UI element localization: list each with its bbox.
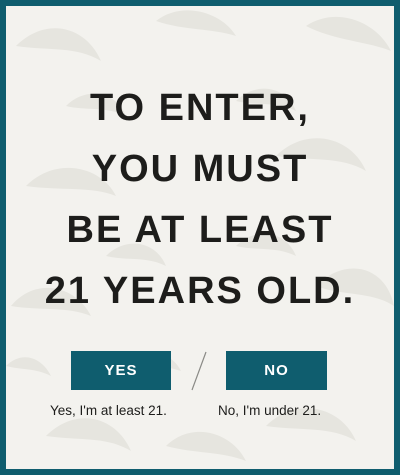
- yes-button[interactable]: YES: [71, 351, 171, 390]
- no-button-label: NO: [264, 362, 289, 379]
- slash-divider: [191, 351, 207, 391]
- heading-line-4: 21 YEARS OLD.: [44, 270, 356, 312]
- heading-line-2: YOU MUST: [91, 148, 309, 190]
- age-gate-modal: TO ENTER, YOU MUST BE AT LEAST 21 YEARS …: [6, 6, 394, 469]
- no-button[interactable]: NO: [226, 351, 327, 390]
- age-requirement-heading: TO ENTER, YOU MUST BE AT LEAST 21 YEARS …: [6, 78, 394, 322]
- heading-line-3: BE AT LEAST: [66, 209, 334, 251]
- heading-line-1: TO ENTER,: [90, 87, 310, 129]
- yes-caption: Yes, I'm at least 21.: [50, 403, 167, 418]
- yes-button-label: YES: [104, 362, 138, 379]
- no-caption: No, I'm under 21.: [218, 403, 322, 418]
